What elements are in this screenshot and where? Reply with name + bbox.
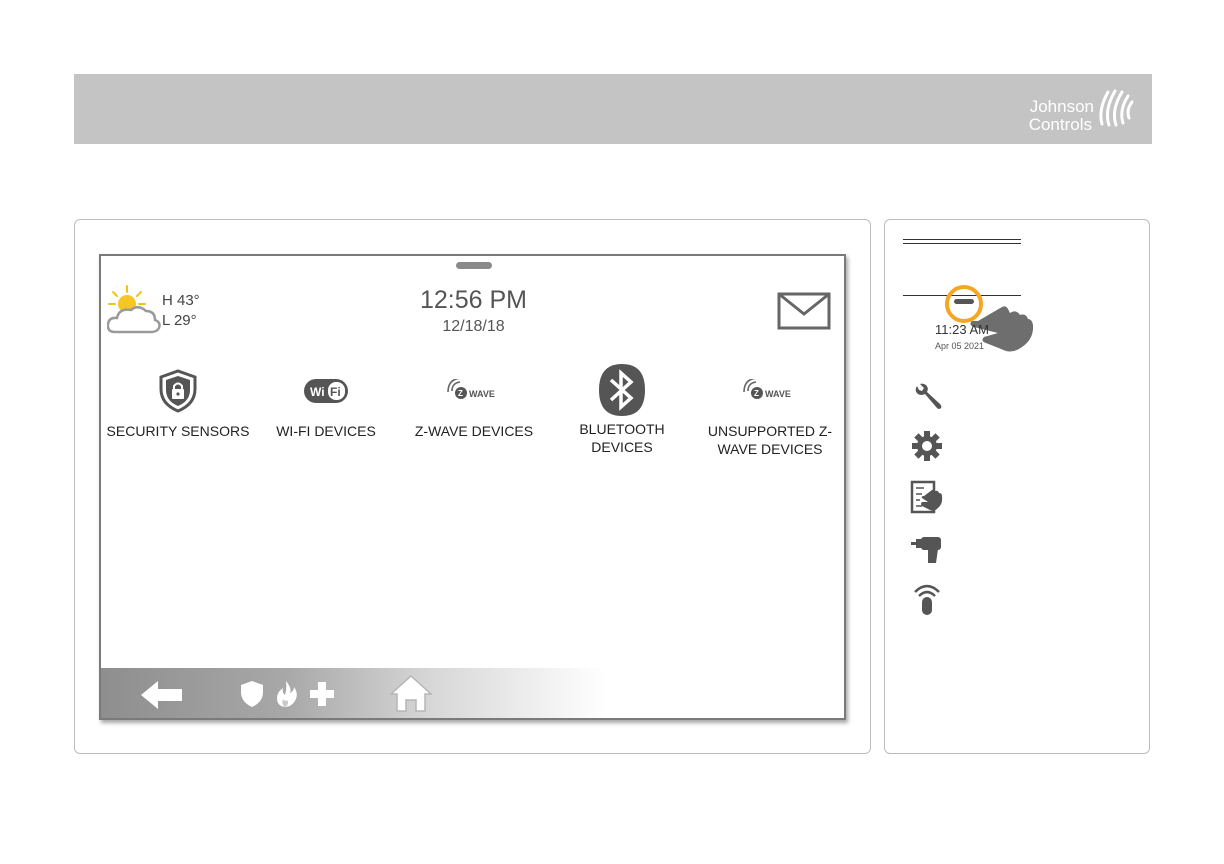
device-screen: H 43° L 29° 12:56 PM 12/18/18 SECURITY S…	[99, 254, 846, 720]
pull-down-handle[interactable]	[456, 262, 492, 269]
partly-cloudy-icon	[107, 285, 161, 334]
home-icon[interactable]	[390, 674, 432, 712]
wifi-logo-icon: Wi Fi	[304, 379, 348, 403]
svg-text:WAVE: WAVE	[469, 389, 495, 399]
medical-cross-icon[interactable]	[309, 681, 335, 707]
clock-time: 12:56 PM	[419, 286, 527, 314]
svg-text:Fi: Fi	[330, 385, 341, 399]
svg-text:Z: Z	[458, 389, 463, 398]
logo-line-2: Controls	[1028, 115, 1092, 134]
shield-lock-icon	[159, 369, 197, 413]
tile-security-sensors[interactable]: SECURITY SENSORS	[103, 366, 253, 440]
zwave-logo-icon: Z WAVE	[743, 379, 791, 399]
wrench-icon[interactable]	[910, 380, 944, 414]
back-arrow-icon[interactable]	[141, 680, 183, 710]
tile-label: BLUETOOTH DEVICES	[579, 421, 665, 455]
bluetooth-icon	[599, 364, 645, 416]
wireless-remote-icon[interactable]	[910, 582, 944, 616]
johnson-controls-logo: Johnson Controls	[1014, 82, 1134, 136]
tile-bluetooth-devices[interactable]: BLUETOOTH DEVICES	[547, 362, 697, 456]
mini-status-date: Apr 05 2021	[935, 341, 985, 351]
gear-icon[interactable]	[910, 429, 944, 463]
shield-icon[interactable]	[240, 680, 264, 708]
tile-label: Z-WAVE DEVICES	[414, 423, 534, 439]
fire-icon[interactable]	[274, 680, 298, 708]
tile-label: WI-FI DEVICES	[276, 423, 376, 439]
tile-unsupported-zwave-devices[interactable]: Z WAVE UNSUPPORTED Z-WAVE DEVICES	[695, 366, 844, 458]
logo-line-1: Johnson	[1029, 97, 1094, 116]
temperature-high: H 43°	[162, 292, 200, 309]
temperature-low: L 29°	[162, 312, 197, 329]
tile-wifi-devices[interactable]: Wi Fi WI-FI DEVICES	[251, 366, 401, 440]
divider-line	[903, 239, 1021, 240]
zwave-logo-icon: Z WAVE	[447, 379, 495, 399]
mini-status-time: 11:23 AM	[935, 322, 989, 337]
bottom-nav-bar	[101, 668, 844, 718]
svg-text:Z: Z	[754, 389, 759, 398]
logo-mark-icon	[1099, 89, 1134, 127]
touch-panel-icon[interactable]	[910, 480, 944, 514]
header-banner: Johnson Controls	[74, 74, 1152, 144]
divider-line	[903, 243, 1021, 244]
drill-icon[interactable]	[910, 532, 944, 566]
tile-label: UNSUPPORTED Z-WAVE DEVICES	[707, 423, 833, 457]
envelope-icon[interactable]	[777, 292, 831, 330]
tile-zwave-devices[interactable]: Z WAVE Z-WAVE DEVICES	[399, 366, 549, 440]
tile-label: SECURITY SENSORS	[106, 423, 250, 439]
clock-date: 12/18/18	[442, 318, 505, 335]
svg-text:Wi: Wi	[310, 385, 325, 399]
svg-text:WAVE: WAVE	[765, 389, 791, 399]
